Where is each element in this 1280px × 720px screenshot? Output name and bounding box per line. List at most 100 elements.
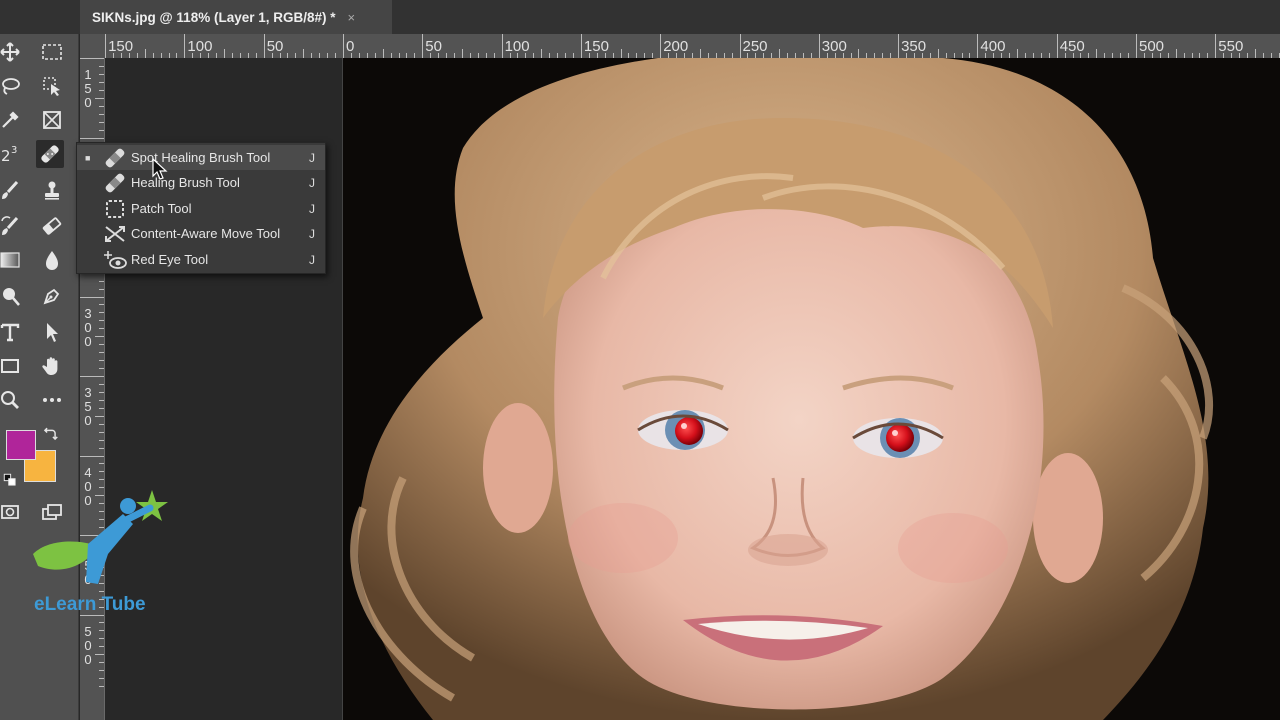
frame-icon[interactable]	[38, 106, 66, 134]
ruler-minor-tick	[99, 344, 104, 346]
ruler-minor-tick	[99, 312, 104, 314]
count-tool-icon[interactable]: 23	[0, 140, 24, 168]
ruler-major-tick	[1056, 34, 1058, 58]
zoom-icon[interactable]	[0, 386, 24, 414]
clone-stamp-icon[interactable]	[38, 176, 66, 204]
menu-item-healing-brush[interactable]: Healing Brush Tool J	[77, 170, 325, 195]
menu-item-shortcut: J	[309, 175, 315, 190]
ruler-major-tick	[580, 34, 582, 58]
eraser-icon[interactable]	[38, 212, 66, 240]
menu-item-content-aware-move[interactable]: Content-Aware Move Tool J	[77, 221, 325, 246]
ruler-minor-tick	[95, 415, 104, 417]
ruler-minor-tick	[99, 662, 104, 664]
blur-icon[interactable]	[38, 246, 66, 274]
brush-icon[interactable]	[0, 176, 24, 204]
ruler-minor-tick	[99, 646, 104, 648]
document-canvas[interactable]	[343, 58, 1280, 720]
ruler-minor-tick	[461, 49, 463, 58]
marquee-icon[interactable]	[38, 38, 66, 66]
ruler-label: 5 0 0	[84, 623, 92, 667]
ruler-minor-tick	[99, 391, 104, 393]
swap-colors-icon[interactable]	[40, 424, 60, 444]
path-select-icon[interactable]	[38, 318, 66, 346]
ruler-minor-tick	[80, 137, 104, 139]
ruler-minor-tick	[858, 49, 860, 58]
menu-item-patch[interactable]: Patch Tool J	[77, 196, 325, 221]
type-icon[interactable]	[0, 318, 24, 346]
ruler-minor-tick	[99, 105, 104, 107]
ruler-minor-tick	[1254, 49, 1256, 58]
foreground-color-swatch[interactable]	[6, 430, 36, 460]
menu-item-red-eye[interactable]: Red Eye Tool J	[77, 247, 325, 272]
photo-child-red-eye	[343, 58, 1280, 720]
ruler-major-tick	[1136, 34, 1137, 58]
close-tab-icon[interactable]: ×	[348, 10, 356, 25]
svg-text:3: 3	[11, 145, 17, 156]
ruler-minor-tick	[1175, 49, 1177, 58]
content-aware-move-icon	[105, 225, 125, 242]
ruler-minor-tick	[99, 73, 104, 75]
ruler-minor-tick	[80, 376, 104, 377]
default-colors-icon[interactable]	[0, 470, 20, 490]
menu-item-shortcut: J	[309, 201, 315, 216]
menu-item-label: Healing Brush Tool	[131, 175, 240, 190]
mouse-cursor-icon	[152, 158, 168, 180]
ruler-minor-tick	[99, 678, 104, 680]
ruler-minor-tick	[99, 630, 104, 632]
eyedropper-icon[interactable]	[0, 106, 24, 134]
ruler-minor-tick	[937, 49, 939, 58]
ruler-minor-tick	[80, 58, 104, 59]
ruler-major-tick	[263, 34, 265, 58]
ruler-minor-tick	[99, 352, 104, 354]
ruler-minor-tick	[95, 336, 104, 338]
ruler-minor-tick	[99, 383, 104, 385]
ruler-minor-tick	[99, 447, 104, 449]
ruler-label: 1 5 0	[84, 67, 92, 110]
document-tab-bar: SIKNs.jpg @ 118% (Layer 1, RGB/8#) * ×	[0, 0, 1280, 34]
healing-tools-flyout: ■ Spot Healing Brush Tool J Healing Brus…	[76, 142, 326, 274]
document-tab[interactable]: SIKNs.jpg @ 118% (Layer 1, RGB/8#) * ×	[80, 0, 392, 34]
menu-item-spot-healing-brush[interactable]: ■ Spot Healing Brush Tool J	[77, 145, 325, 170]
top-ruler: 150 100 50 0 50 100 150 200 250 300 350 400 450 500 55…	[80, 34, 1280, 59]
ruler-minor-tick	[99, 280, 104, 282]
ruler-label: 3 0 0	[84, 305, 92, 349]
spot-healing-icon[interactable]	[36, 140, 64, 168]
ruler-minor-tick	[99, 360, 104, 362]
ruler-minor-tick	[541, 49, 543, 58]
menu-item-shortcut: J	[309, 252, 315, 267]
logo-text: eLearn Tube	[34, 594, 146, 615]
menu-item-shortcut: J	[309, 150, 315, 165]
ruler-minor-tick	[99, 479, 104, 481]
ruler-minor-tick	[99, 288, 104, 290]
pen-icon[interactable]	[38, 282, 66, 310]
move-icon[interactable]	[0, 38, 24, 66]
rectangle-icon[interactable]	[0, 352, 24, 380]
quick-select-icon[interactable]	[38, 72, 66, 100]
ruler-major-tick	[422, 34, 424, 58]
hand-icon[interactable]	[38, 352, 66, 380]
dodge-icon[interactable]	[0, 282, 24, 310]
quick-mask-icon[interactable]	[0, 498, 24, 526]
ruler-minor-tick	[382, 49, 384, 58]
ruler-minor-tick	[99, 463, 104, 465]
more-icon[interactable]	[38, 386, 66, 414]
ruler-minor-tick	[80, 296, 104, 298]
ruler-minor-tick	[620, 49, 622, 58]
lasso-icon[interactable]	[0, 72, 24, 100]
ruler-minor-tick	[99, 670, 104, 672]
ruler-minor-tick	[99, 407, 104, 409]
ruler-label: 3 5 0	[84, 385, 92, 428]
ruler-minor-tick	[99, 471, 104, 473]
ruler-minor-tick	[99, 65, 104, 67]
ruler-major-tick	[105, 34, 107, 58]
ruler-minor-tick	[99, 431, 104, 433]
ruler-minor-tick	[99, 304, 104, 306]
ruler-minor-tick	[99, 328, 104, 330]
ruler-major-tick	[818, 34, 820, 58]
history-brush-icon[interactable]	[0, 212, 24, 240]
gradient-icon[interactable]	[0, 246, 24, 274]
red-eye-icon	[104, 250, 127, 269]
ruler-minor-tick	[99, 113, 104, 115]
ruler-major-tick	[184, 34, 186, 58]
ruler-minor-tick	[99, 638, 104, 640]
